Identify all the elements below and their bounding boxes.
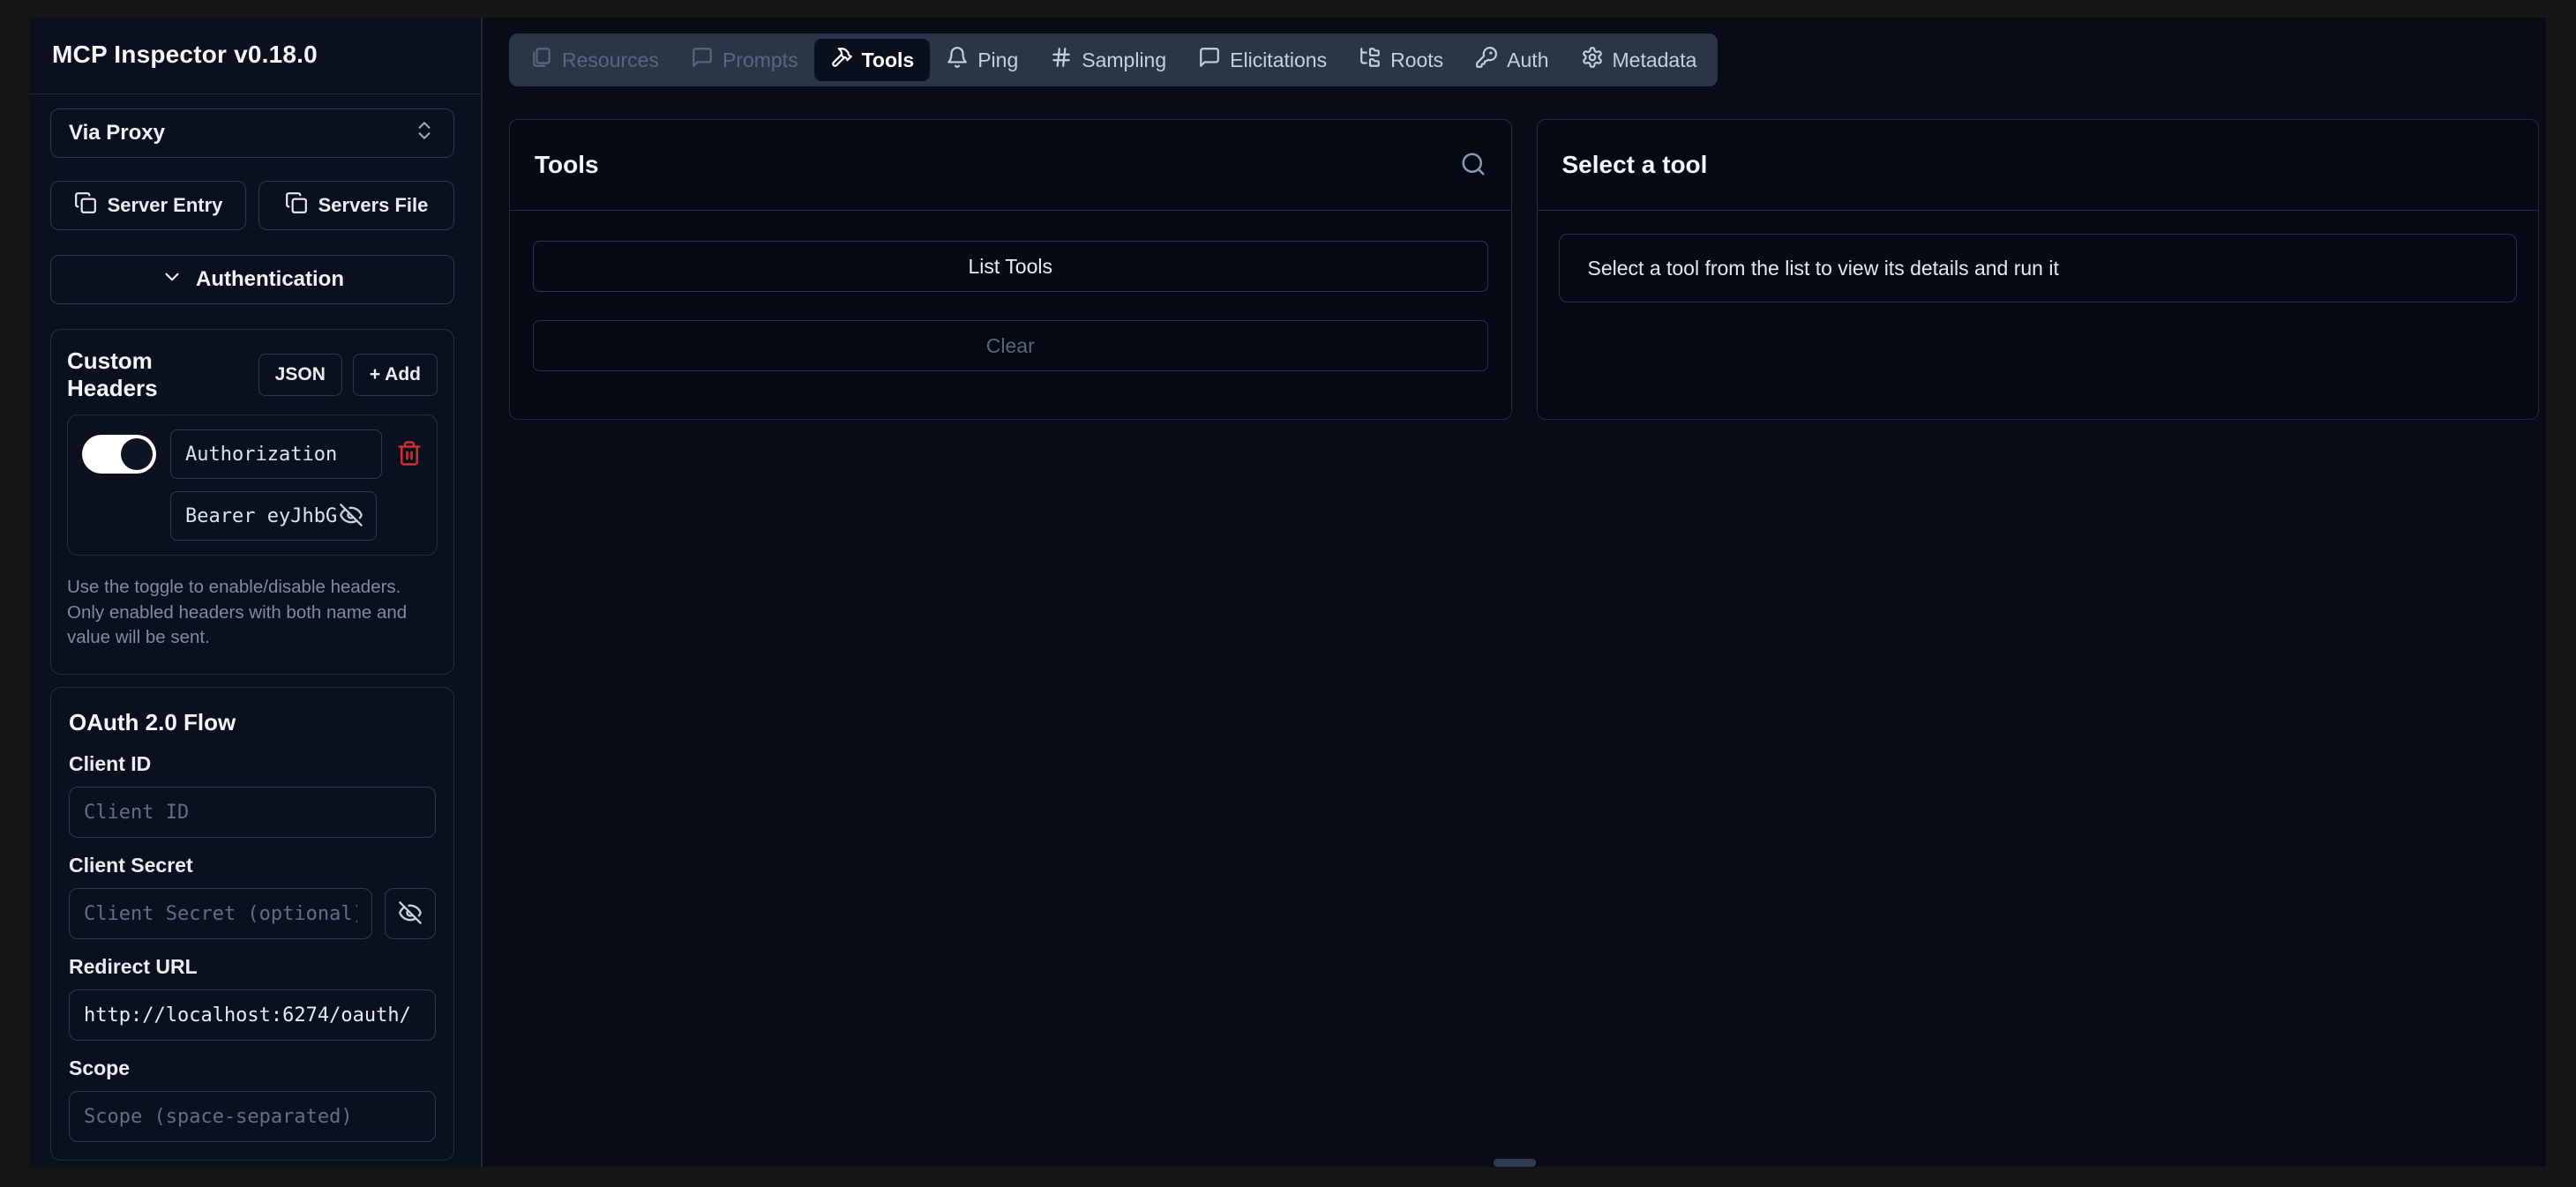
bell-icon [946, 46, 969, 74]
app-title: MCP Inspector v0.18.0 [52, 41, 458, 69]
tool-detail-panel-header: Select a tool [1538, 120, 2539, 211]
tab-sampling[interactable]: Sampling [1034, 39, 1182, 81]
header-name-line [82, 429, 423, 479]
chevron-down-icon [161, 265, 183, 295]
list-tools-button[interactable]: List Tools [533, 241, 1488, 292]
search-icon [1460, 151, 1486, 180]
sidebar-header: MCP Inspector v0.18.0 [29, 18, 481, 94]
tools-panel-body: List Tools Clear [510, 211, 1511, 371]
tab-tools-label: Tools [862, 49, 915, 72]
tab-sampling-label: Sampling [1082, 49, 1166, 72]
tool-detail-empty-state: Select a tool from the list to view its … [1559, 234, 2518, 302]
sidebar-body: Via Proxy Server Entry Servers File [29, 94, 481, 1173]
scope-label: Scope [69, 1056, 436, 1080]
top-navbar: Resources Prompts Tools Ping [509, 34, 1718, 86]
custom-headers-title: Custom Headers [67, 347, 248, 402]
panels-row: Tools List Tools Clear Select a tool [509, 119, 2539, 420]
client-secret-label: Client Secret [69, 854, 436, 877]
tab-tools[interactable]: Tools [814, 39, 931, 81]
tab-resources[interactable]: Resources [514, 39, 675, 81]
tab-resources-label: Resources [562, 49, 659, 72]
server-entry-button[interactable]: Server Entry [50, 181, 246, 230]
header-value-field [170, 491, 377, 541]
tab-metadata-label: Metadata [1613, 49, 1697, 72]
server-config-buttons: Server Entry Servers File [50, 181, 454, 230]
custom-headers-card: Custom Headers JSON + Add [50, 329, 454, 675]
folder-tree-icon [1359, 46, 1382, 74]
key-icon [1475, 46, 1498, 74]
client-id-label: Client ID [69, 752, 436, 776]
servers-file-label: Servers File [318, 194, 429, 217]
tool-detail-panel: Select a tool Select a tool from the lis… [1537, 119, 2540, 420]
eye-off-icon [398, 900, 423, 928]
main-content: Resources Prompts Tools Ping [483, 18, 2546, 1167]
tab-auth[interactable]: Auth [1459, 39, 1564, 81]
hammer-icon [830, 46, 853, 74]
tab-ping[interactable]: Ping [930, 39, 1034, 81]
header-enabled-toggle[interactable] [82, 435, 156, 474]
gear-icon [1581, 46, 1604, 74]
toggle-value-visibility-button[interactable] [339, 503, 363, 530]
header-value-input[interactable] [185, 505, 339, 527]
chevrons-up-down-icon [413, 119, 436, 148]
tab-roots[interactable]: Roots [1343, 39, 1459, 81]
tab-ping-label: Ping [977, 49, 1018, 72]
authentication-label: Authentication [196, 267, 344, 292]
clear-tools-button[interactable]: Clear [533, 320, 1488, 371]
toggle-secret-visibility-button[interactable] [385, 888, 436, 939]
tool-detail-panel-body: Select a tool from the list to view its … [1538, 211, 2539, 302]
delete-header-button[interactable] [396, 440, 423, 469]
tool-detail-panel-title: Select a tool [1562, 151, 2514, 179]
oauth-flow-card: OAuth 2.0 Flow Client ID Client Secret R… [50, 687, 454, 1161]
transport-select[interactable]: Via Proxy [50, 108, 454, 158]
header-row [67, 414, 438, 556]
server-entry-label: Server Entry [108, 194, 223, 217]
message-square-icon [1198, 46, 1221, 74]
authentication-section-toggle[interactable]: Authentication [50, 255, 454, 304]
history-panel-resize-handle[interactable] [1494, 1159, 1536, 1167]
search-tools-button[interactable] [1460, 151, 1486, 180]
json-mode-button[interactable]: JSON [258, 354, 342, 396]
trash-icon [396, 440, 423, 469]
sidebar: MCP Inspector v0.18.0 Via Proxy Server E… [29, 18, 483, 1167]
tab-auth-label: Auth [1507, 49, 1548, 72]
toggle-knob [121, 438, 153, 470]
tab-roots-label: Roots [1390, 49, 1443, 72]
tab-metadata[interactable]: Metadata [1565, 39, 1713, 81]
tab-prompts-label: Prompts [723, 49, 798, 72]
files-icon [530, 46, 553, 74]
header-value-line [82, 491, 423, 541]
transport-select-value: Via Proxy [69, 121, 165, 146]
copy-icon [74, 191, 97, 220]
client-secret-row [69, 888, 436, 939]
hash-icon [1050, 46, 1073, 74]
tab-elicitations[interactable]: Elicitations [1182, 39, 1343, 81]
mcp-inspector-app: MCP Inspector v0.18.0 Via Proxy Server E… [29, 18, 2546, 1167]
tab-prompts[interactable]: Prompts [675, 39, 814, 81]
tools-panel-title: Tools [535, 151, 1460, 179]
scope-input[interactable] [69, 1091, 436, 1142]
tools-panel-header: Tools [510, 120, 1511, 211]
eye-off-icon [339, 503, 363, 530]
redirect-url-input[interactable] [69, 989, 436, 1041]
client-id-input[interactable] [69, 787, 436, 838]
tab-elicitations-label: Elicitations [1230, 49, 1327, 72]
client-secret-input[interactable] [69, 888, 372, 939]
copy-icon [285, 191, 308, 220]
oauth-flow-title: OAuth 2.0 Flow [69, 709, 436, 736]
custom-headers-helper-text: Use the toggle to enable/disable headers… [67, 575, 431, 651]
header-name-input[interactable] [170, 429, 382, 479]
redirect-url-label: Redirect URL [69, 955, 436, 979]
custom-headers-head: Custom Headers JSON + Add [67, 347, 438, 402]
tools-panel: Tools List Tools Clear [509, 119, 1512, 420]
message-square-icon [691, 46, 714, 74]
servers-file-button[interactable]: Servers File [258, 181, 454, 230]
add-header-button[interactable]: + Add [353, 354, 438, 396]
